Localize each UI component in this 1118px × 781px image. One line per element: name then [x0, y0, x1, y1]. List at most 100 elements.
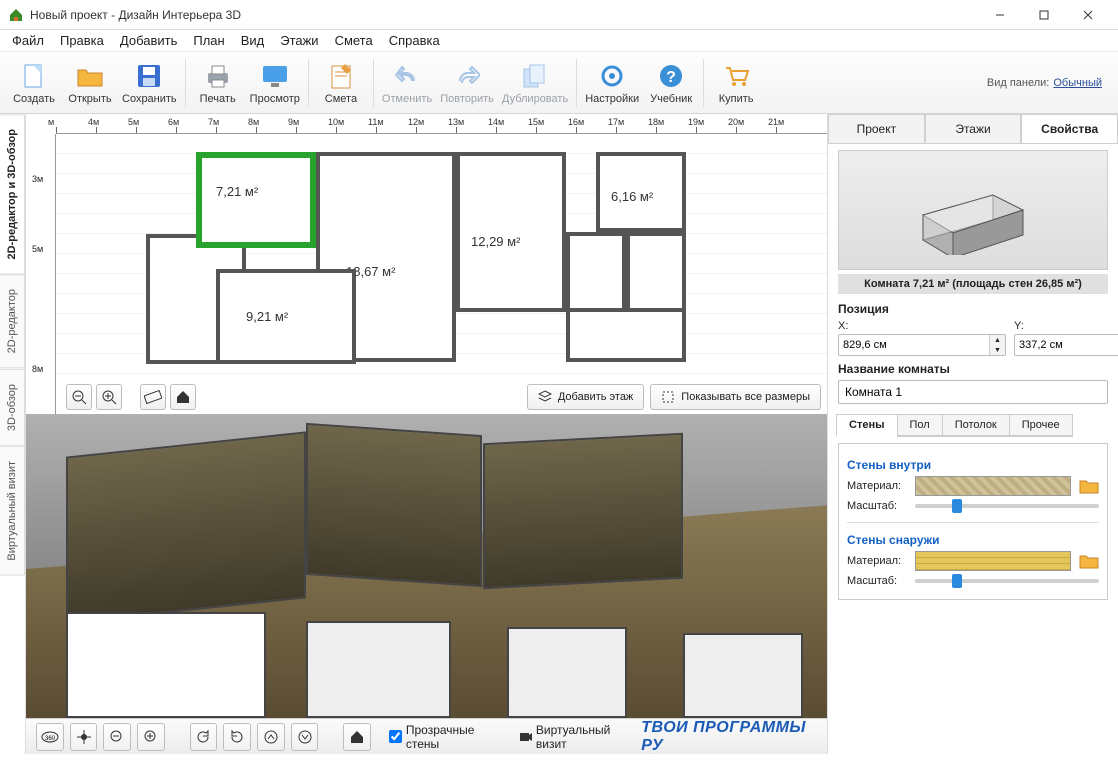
room-selected[interactable] — [196, 152, 316, 248]
redo-icon — [452, 61, 482, 91]
panel-mode-link[interactable]: Обычный — [1053, 77, 1102, 89]
orbit-button[interactable]: 360 — [36, 723, 64, 751]
menubar: Файл Правка Добавить План Вид Этажи Смет… — [0, 30, 1118, 52]
tab-2d[interactable]: 2D-редактор — [0, 274, 25, 368]
floorplan-view[interactable]: м4м5м6м7м8м9м10м11м12м13м14м15м16м17м18м… — [26, 114, 827, 414]
ruler-horizontal: м4м5м6м7м8м9м10м11м12м13м14м15м16м17м18м… — [56, 114, 827, 134]
redo-button[interactable]: Повторить — [436, 55, 498, 111]
buy-button[interactable]: Купить — [708, 55, 764, 111]
menu-plan[interactable]: План — [187, 31, 230, 50]
close-button[interactable] — [1066, 1, 1110, 29]
zoom-out-button[interactable] — [66, 384, 92, 410]
tab-properties[interactable]: Свойства — [1021, 114, 1118, 143]
rotate-ccw-button[interactable] — [190, 723, 218, 751]
dims-icon — [661, 390, 675, 404]
room-preview — [838, 150, 1108, 270]
new-icon — [19, 61, 49, 91]
side-tabs: 2D-редактор и 3D-обзор 2D-редактор 3D-об… — [0, 114, 26, 754]
measure-button[interactable] — [140, 384, 166, 410]
svg-text:?: ? — [666, 69, 676, 86]
panel-mode: Вид панели: Обычный — [987, 54, 1112, 111]
open-button[interactable]: Открыть — [62, 55, 118, 111]
tab-other[interactable]: Прочее — [1009, 414, 1073, 437]
tab-virtual[interactable]: Виртуальный визит — [0, 446, 25, 576]
position-title: Позиция — [838, 302, 1108, 316]
tab-walls[interactable]: Стены — [836, 414, 898, 437]
folder-icon — [75, 61, 105, 91]
monitor-icon — [260, 61, 290, 91]
svg-text:360: 360 — [45, 736, 56, 742]
minimize-button[interactable] — [978, 1, 1022, 29]
outside-material-swatch[interactable] — [915, 551, 1071, 571]
camera-icon — [519, 731, 532, 743]
show-dims-button[interactable]: Показывать все размеры — [650, 384, 821, 410]
rotate-cw-button[interactable] — [223, 723, 251, 751]
undo-button[interactable]: Отменить — [378, 55, 436, 111]
create-button[interactable]: Создать — [6, 55, 62, 111]
watermark: ТВОИ ПРОГРАММЫ РУ — [641, 719, 817, 755]
room-closet[interactable] — [626, 232, 686, 312]
right-panel: Проект Этажи Свойства Комната 7,21 м² (п… — [828, 114, 1118, 754]
tab-floor[interactable]: Пол — [897, 414, 943, 437]
maximize-button[interactable] — [1022, 1, 1066, 29]
printer-icon — [203, 61, 233, 91]
right-panel-tabs: Проект Этажи Свойства — [828, 114, 1118, 144]
virtual-visit-button[interactable]: Виртуальный визит — [519, 723, 635, 751]
pan-button[interactable] — [70, 723, 98, 751]
menu-view[interactable]: Вид — [235, 31, 271, 50]
notepad-icon — [326, 61, 356, 91]
zoom-in-3d-button[interactable] — [137, 723, 165, 751]
room-kitchen[interactable] — [216, 269, 356, 364]
tab-2d-3d[interactable]: 2D-редактор и 3D-обзор — [0, 114, 25, 274]
menu-floors[interactable]: Этажи — [274, 31, 324, 50]
home-3d-button[interactable] — [343, 723, 371, 751]
menu-add[interactable]: Добавить — [114, 31, 183, 50]
room-wc[interactable] — [566, 232, 626, 312]
inside-walls-title: Стены внутри — [847, 458, 1099, 472]
transparent-walls-checkbox[interactable]: Прозрачные стены — [389, 723, 501, 751]
app-icon — [8, 7, 24, 23]
tab-ceiling[interactable]: Потолок — [942, 414, 1010, 437]
browse-inside-material[interactable] — [1079, 477, 1099, 495]
undo-icon — [392, 61, 422, 91]
outside-scale-slider[interactable] — [915, 579, 1099, 583]
print-button[interactable]: Печать — [190, 55, 246, 111]
inside-material-swatch[interactable] — [915, 476, 1071, 496]
room-name-input[interactable] — [838, 380, 1108, 404]
home-button[interactable] — [170, 384, 196, 410]
settings-button[interactable]: Настройки — [581, 55, 643, 111]
room-bedroom[interactable] — [456, 152, 566, 312]
tab-3d[interactable]: 3D-обзор — [0, 369, 25, 446]
room-corridor[interactable] — [566, 312, 686, 362]
tab-project[interactable]: Проект — [828, 114, 925, 143]
y-input[interactable]: ▲▼ — [1014, 334, 1118, 356]
layers-icon — [538, 390, 552, 404]
inside-scale-slider[interactable] — [915, 504, 1099, 508]
menu-edit[interactable]: Правка — [54, 31, 110, 50]
add-floor-button[interactable]: Добавить этаж — [527, 384, 644, 410]
tilt-down-button[interactable] — [291, 723, 319, 751]
menu-help[interactable]: Справка — [383, 31, 446, 50]
cart-icon — [721, 61, 751, 91]
tab-floors[interactable]: Этажи — [925, 114, 1022, 143]
duplicate-button[interactable]: Дублировать — [498, 55, 572, 111]
menu-file[interactable]: Файл — [6, 31, 50, 50]
main-toolbar: Создать Открыть Сохранить Печать Просмот… — [0, 52, 1118, 114]
browse-outside-material[interactable] — [1079, 552, 1099, 570]
room-bath[interactable] — [596, 152, 686, 232]
save-icon — [134, 61, 164, 91]
estimate-button[interactable]: Смета — [313, 55, 369, 111]
tilt-up-button[interactable] — [257, 723, 285, 751]
preview-button[interactable]: Просмотр — [246, 55, 304, 111]
menu-estimate[interactable]: Смета — [329, 31, 379, 50]
plan-toolbar-left — [66, 384, 196, 410]
x-input[interactable]: ▲▼ — [838, 334, 1006, 356]
zoom-in-button[interactable] — [96, 384, 122, 410]
zoom-out-3d-button[interactable] — [103, 723, 131, 751]
tutorial-button[interactable]: ?Учебник — [643, 55, 699, 111]
properties-body: Комната 7,21 м² (площадь стен 26,85 м²) … — [828, 144, 1118, 754]
save-button[interactable]: Сохранить — [118, 55, 181, 111]
plan-canvas[interactable]: 7,21 м² 18,67 м² 12,29 м² 9,21 м² 6,16 м… — [56, 134, 827, 384]
3d-view[interactable] — [26, 414, 827, 718]
window-title: Новый проект - Дизайн Интерьера 3D — [30, 8, 978, 22]
